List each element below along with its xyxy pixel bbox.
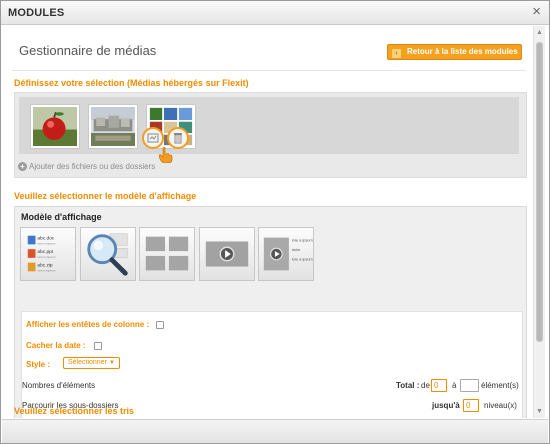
video-list-item-1: lore a ipsum bbox=[292, 238, 313, 242]
upto-input[interactable]: 0 bbox=[463, 399, 479, 412]
upto-label: jusqu'à bbox=[432, 401, 460, 410]
back-to-modules-button[interactable]: ‹ Retour à la liste des modules bbox=[387, 44, 522, 60]
item-count-label: Nombres d'éléments bbox=[22, 381, 96, 390]
apple-photo-thumbnail[interactable] bbox=[30, 104, 80, 149]
display-options-panel: Afficher les entêtes de colonne : Cacher… bbox=[21, 311, 523, 418]
sculpture-photo-thumbnail[interactable] bbox=[88, 104, 138, 149]
add-files-label: Ajouter des fichiers ou des dossiers bbox=[29, 162, 156, 171]
delete-media-icon[interactable] bbox=[167, 127, 189, 149]
style-select[interactable]: Sélectionner ▼ bbox=[63, 357, 120, 369]
total-label: Total : bbox=[396, 381, 420, 390]
modal-content: Gestionnaire de médias ‹ Retour à la list… bbox=[2, 26, 532, 418]
elements-label: élément(s) bbox=[481, 381, 519, 390]
add-files-button[interactable]: + Ajouter des fichiers ou des dossiers bbox=[18, 162, 155, 171]
magnifier-template[interactable] bbox=[80, 227, 136, 281]
tile-caption-1: lorem impsum bbox=[37, 241, 56, 245]
style-select-value: Sélectionner bbox=[68, 359, 107, 366]
window-title: MODULES bbox=[8, 7, 65, 19]
from-label: de bbox=[421, 381, 430, 390]
window-titlebar: MODULES × bbox=[1, 1, 549, 25]
page-title: Gestionnaire de médias bbox=[19, 43, 157, 58]
media-strip bbox=[19, 97, 519, 163]
video-list-item-3: lore a ipsum bbox=[292, 258, 313, 262]
grid-template[interactable] bbox=[139, 227, 195, 281]
levels-label: niveau(x) bbox=[484, 401, 517, 410]
tile-caption-3: lorem impsum bbox=[37, 268, 56, 272]
from-input[interactable]: 0 bbox=[431, 379, 447, 392]
chevron-down-icon: ▼ bbox=[109, 360, 115, 366]
add-icon: + bbox=[18, 162, 27, 171]
column-headers-label: Afficher les entêtes de colonne : bbox=[26, 320, 150, 329]
scroll-up-icon[interactable]: ▲ bbox=[536, 29, 543, 36]
vertical-scrollbar[interactable]: ▲ ▼ bbox=[533, 26, 545, 418]
style-label: Style : bbox=[26, 360, 51, 369]
hide-date-label: Cacher la date : bbox=[26, 341, 86, 350]
modules-window: MODULES × Gestionnaire de médias ‹ Retour… bbox=[0, 0, 550, 444]
hide-date-checkbox[interactable] bbox=[94, 342, 102, 350]
to-label: à bbox=[452, 381, 457, 390]
hand-cursor-icon bbox=[159, 147, 173, 163]
video-list-template[interactable]: lore a ipsum dolor lore a ipsum bbox=[258, 227, 314, 281]
display-section-title: Veuillez sélectionner le modèle d'affich… bbox=[14, 191, 197, 201]
selection-section-title: Définissez votre sélection (Médias héber… bbox=[14, 78, 249, 88]
tile-caption-2: lorem impsum bbox=[37, 255, 56, 259]
title-divider bbox=[12, 70, 526, 71]
media-selection-box: + Ajouter des fichiers ou des dossiers bbox=[14, 92, 527, 178]
column-headers-checkbox[interactable] bbox=[156, 321, 164, 329]
display-template-box: Modèle d'affichage abc.doc lorem impsum … bbox=[14, 206, 527, 418]
arrow-left-icon: ‹ bbox=[392, 49, 401, 58]
back-button-label: Retour à la liste des modules bbox=[407, 47, 518, 56]
scrollbar-thumb[interactable] bbox=[536, 42, 543, 342]
window-footer bbox=[2, 419, 548, 443]
video-player-template[interactable] bbox=[199, 227, 255, 281]
file-list-template[interactable]: abc.doc lorem impsum abc.ppt lorem impsu… bbox=[20, 227, 76, 281]
scroll-down-icon[interactable]: ▼ bbox=[536, 408, 543, 415]
to-input[interactable] bbox=[460, 379, 479, 392]
edit-media-icon[interactable] bbox=[142, 127, 164, 149]
sorting-section-title: Veuillez sélectionner les tris bbox=[14, 406, 135, 416]
display-box-title: Modèle d'affichage bbox=[21, 212, 102, 222]
video-list-item-2: dolor bbox=[292, 248, 301, 252]
close-icon[interactable]: × bbox=[532, 4, 541, 20]
